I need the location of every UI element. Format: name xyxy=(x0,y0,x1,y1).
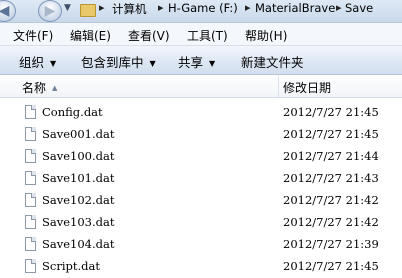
modified-column-header[interactable]: 修改日期 xyxy=(283,79,331,96)
file-modified-date: 2012/7/27 21:44 xyxy=(283,149,379,163)
file-modified-date: 2012/7/27 21:42 xyxy=(283,215,379,229)
file-name: Save001.dat xyxy=(42,127,115,141)
breadcrumb-separator-icon[interactable]: ▸ xyxy=(99,1,105,14)
back-button[interactable]: ◀ xyxy=(0,0,16,22)
file-modified-date: 2012/7/27 21:45 xyxy=(283,105,379,119)
menu-file[interactable]: 文件(F) xyxy=(13,27,53,44)
new-folder-button[interactable]: 新建文件夹 xyxy=(241,52,304,71)
file-modified-date: 2012/7/27 21:43 xyxy=(283,171,379,185)
file-icon xyxy=(25,237,36,251)
file-row[interactable]: Save103.dat 2012/7/27 21:42 xyxy=(0,212,402,234)
menu-bar: 文件(F) 编辑(E) 查看(V) 工具(T) 帮助(H) xyxy=(0,23,402,46)
breadcrumb-folder[interactable]: MaterialBrave xyxy=(255,1,335,15)
breadcrumb-separator-icon[interactable]: ▸ xyxy=(158,1,164,14)
file-row[interactable]: Save101.dat 2012/7/27 21:43 xyxy=(0,168,402,190)
name-column-header[interactable]: 名称 ▲ xyxy=(22,79,57,96)
file-modified-date: 2012/7/27 21:45 xyxy=(283,259,379,273)
address-bar: ◀ ▶ ▼ ▸ 计算机 ▸ H-Game (F:) ▸ MaterialBrav… xyxy=(0,0,402,23)
file-icon xyxy=(25,193,36,207)
file-row[interactable]: Save001.dat 2012/7/27 21:45 xyxy=(0,124,402,146)
breadcrumb-computer[interactable]: 计算机 xyxy=(112,1,147,17)
file-name: Save101.dat xyxy=(42,171,115,185)
file-icon xyxy=(25,149,36,163)
name-column-label: 名称 xyxy=(22,81,47,95)
forward-button[interactable]: ▶ xyxy=(38,0,62,22)
file-name: Save103.dat xyxy=(42,215,115,229)
file-modified-date: 2012/7/27 21:45 xyxy=(283,127,379,141)
recent-pages-chevron-icon[interactable]: ▼ xyxy=(64,3,71,13)
share-button[interactable]: 共享 ▼ xyxy=(178,52,215,71)
menu-edit[interactable]: 编辑(E) xyxy=(70,27,111,44)
menu-view[interactable]: 查看(V) xyxy=(128,27,170,44)
column-divider[interactable] xyxy=(278,75,279,97)
command-bar: 组织 ▼ 包含到库中 ▼ 共享 ▼ 新建文件夹 xyxy=(0,46,402,75)
file-name: Script.dat xyxy=(42,259,100,273)
organize-button[interactable]: 组织 ▼ xyxy=(19,52,56,71)
menu-help[interactable]: 帮助(H) xyxy=(245,27,287,44)
forward-arrow-icon: ▶ xyxy=(44,3,56,19)
file-name: Save102.dat xyxy=(42,193,115,207)
breadcrumb-current[interactable]: Save xyxy=(345,1,373,15)
breadcrumb-drive[interactable]: H-Game (F:) xyxy=(168,1,238,15)
file-row[interactable]: Config.dat 2012/7/27 21:45 xyxy=(0,102,402,124)
folder-icon xyxy=(80,4,96,17)
chevron-down-icon: ▼ xyxy=(209,59,216,68)
chevron-down-icon: ▼ xyxy=(50,59,57,68)
include-in-library-button[interactable]: 包含到库中 ▼ xyxy=(81,52,156,71)
sort-ascending-icon: ▲ xyxy=(52,84,58,92)
file-name: Save100.dat xyxy=(42,149,115,163)
share-label: 共享 xyxy=(178,55,204,70)
organize-label: 组织 xyxy=(19,55,45,70)
file-modified-date: 2012/7/27 21:42 xyxy=(283,193,379,207)
back-arrow-icon: ◀ xyxy=(0,3,10,19)
file-icon xyxy=(25,259,36,273)
file-modified-date: 2012/7/27 21:39 xyxy=(283,237,379,251)
file-icon xyxy=(25,171,36,185)
column-header: 名称 ▲ 修改日期 xyxy=(0,75,402,98)
file-row[interactable]: Save104.dat 2012/7/27 21:39 xyxy=(0,234,402,256)
file-icon xyxy=(25,215,36,229)
chevron-down-icon: ▼ xyxy=(149,59,156,68)
menu-tools[interactable]: 工具(T) xyxy=(187,27,228,44)
file-name: Save104.dat xyxy=(42,237,115,251)
file-row[interactable]: Save100.dat 2012/7/27 21:44 xyxy=(0,146,402,168)
file-icon xyxy=(25,105,36,119)
file-name: Config.dat xyxy=(42,105,103,119)
include-in-library-label: 包含到库中 xyxy=(81,55,144,70)
breadcrumb-separator-icon[interactable]: ▸ xyxy=(336,1,342,14)
file-icon xyxy=(25,127,36,141)
breadcrumb-separator-icon[interactable]: ▸ xyxy=(245,1,251,14)
file-row[interactable]: Save102.dat 2012/7/27 21:42 xyxy=(0,190,402,212)
